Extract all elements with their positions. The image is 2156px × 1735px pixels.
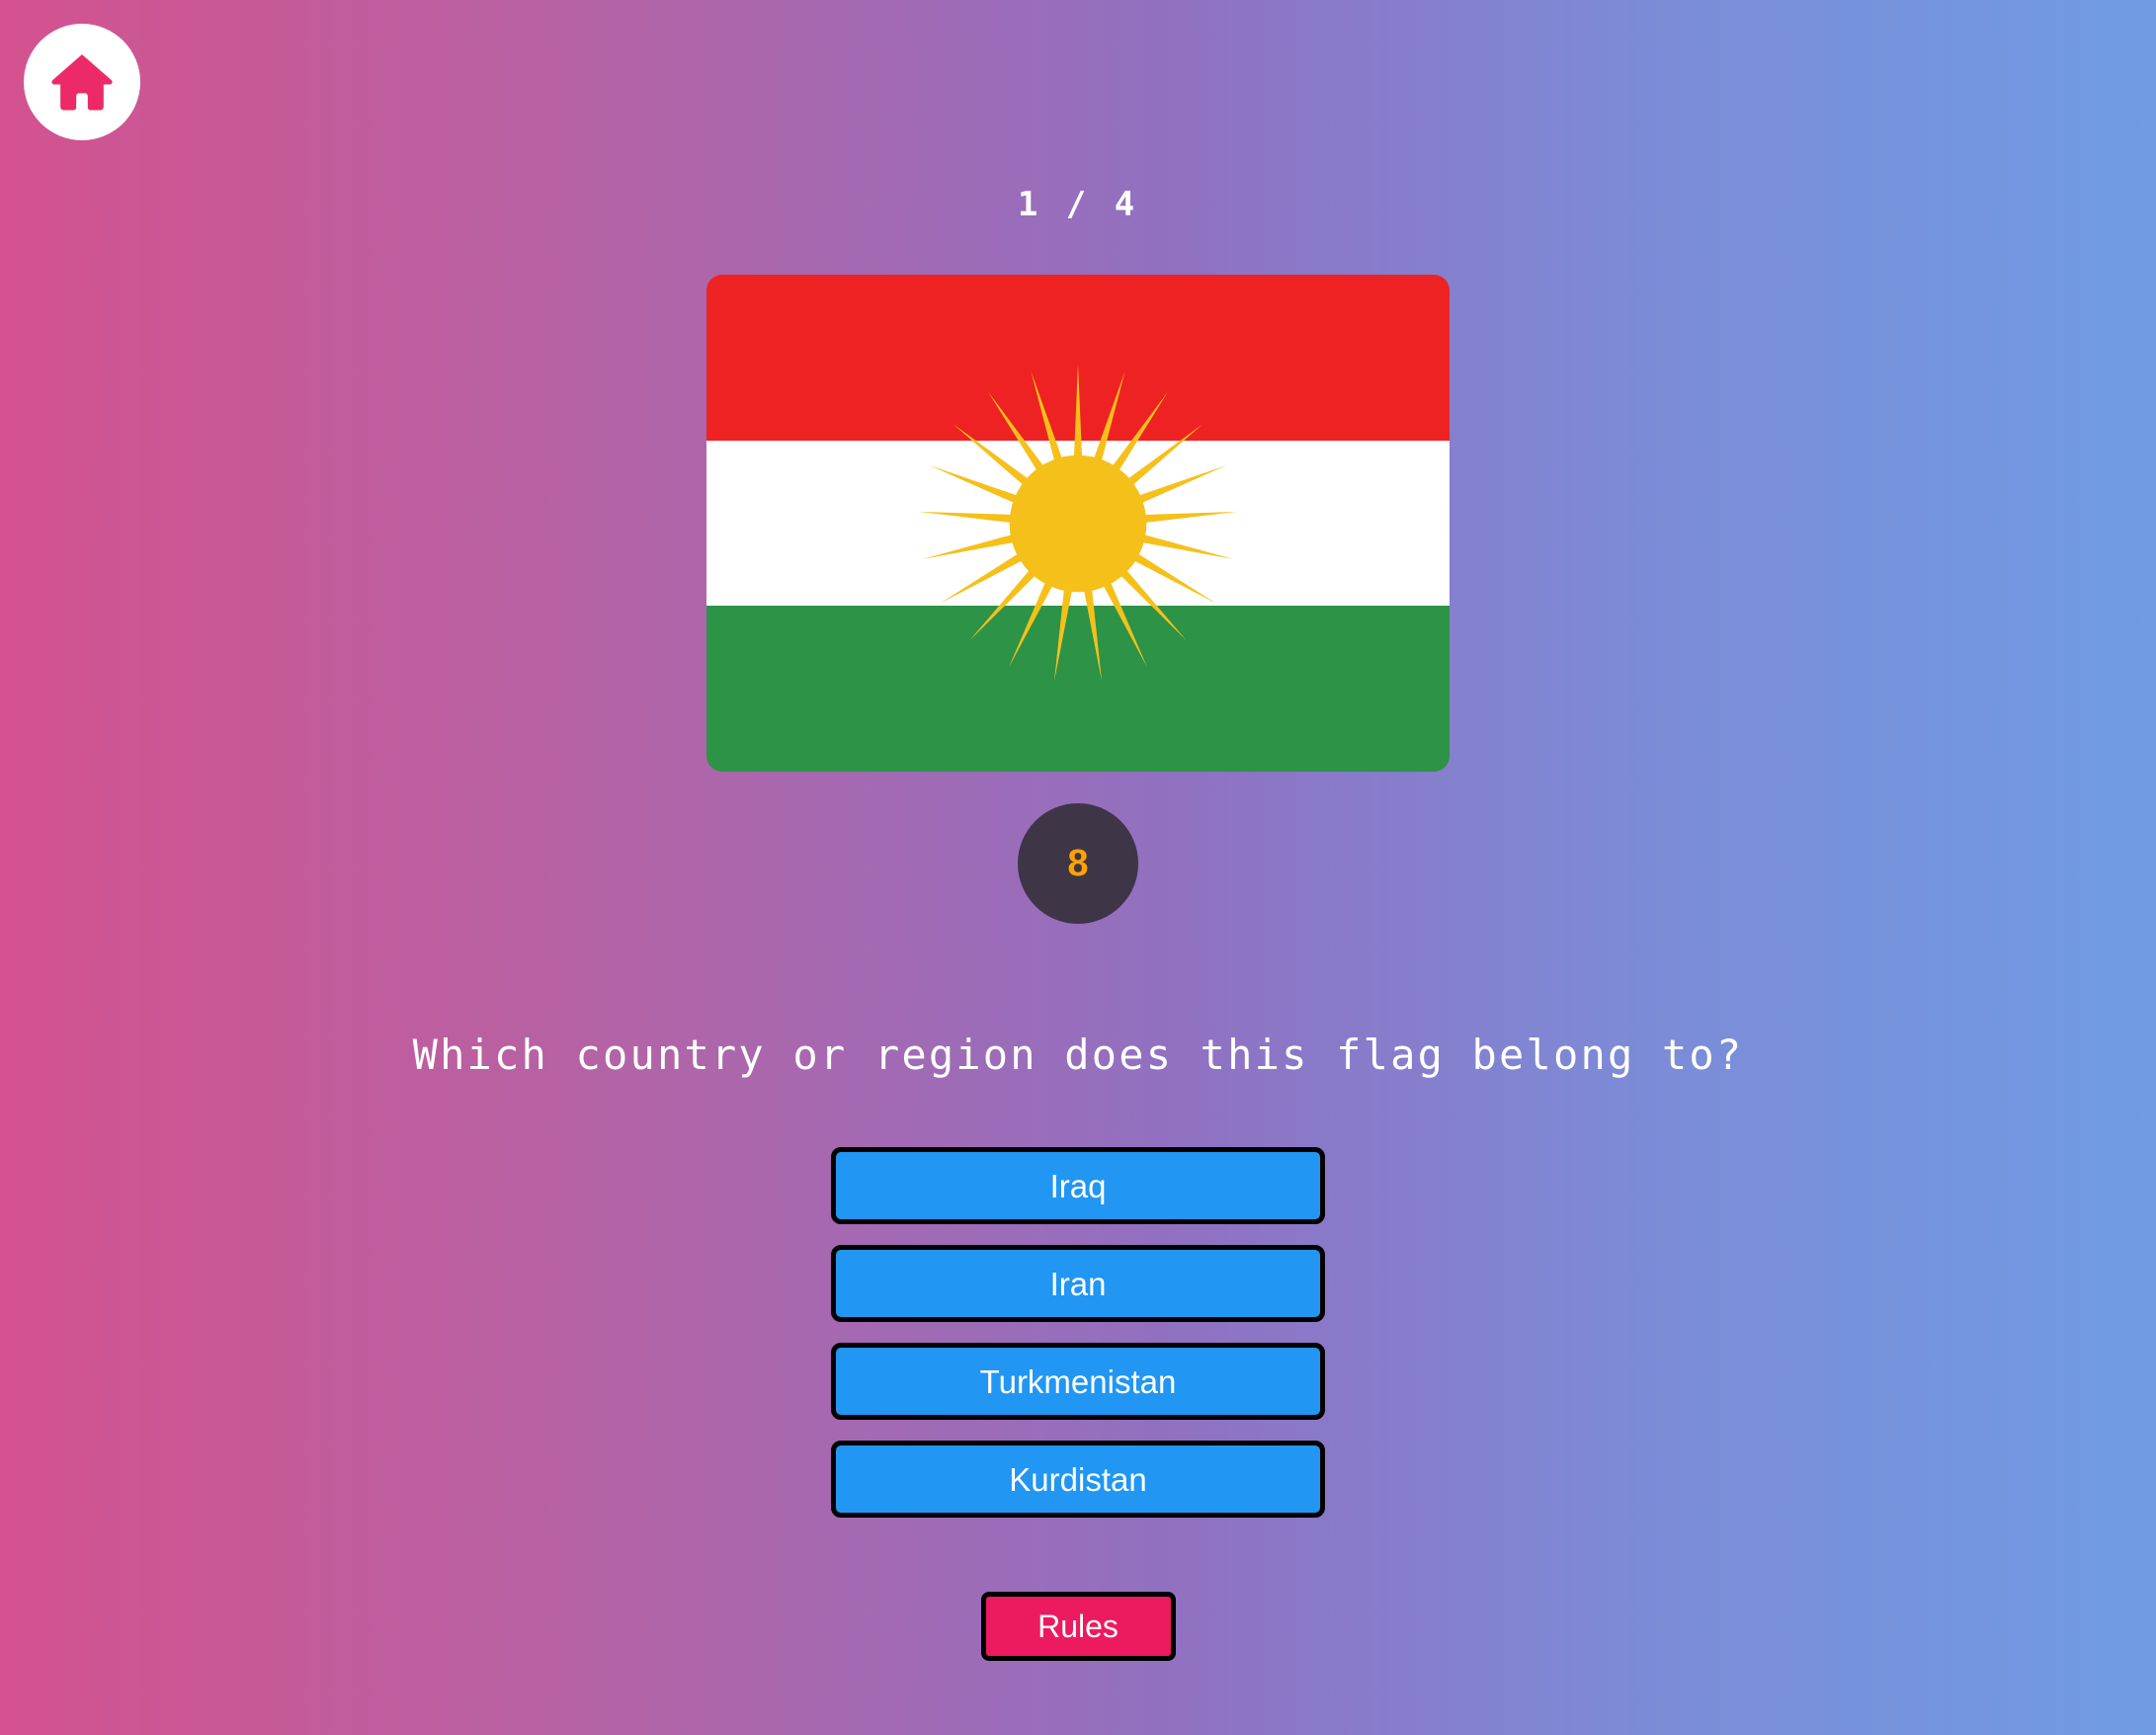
rules-button-label: Rules (1037, 1609, 1119, 1645)
question-text: Which country or region does this flag b… (412, 1031, 1744, 1079)
answer-options-list: Iraq Iran Turkmenistan Kurdistan (831, 1147, 1325, 1519)
timer-badge: 8 (1018, 803, 1138, 924)
timer-value: 8 (1067, 843, 1089, 884)
progress-counter: 1 / 4 (1017, 185, 1139, 224)
answer-option-2[interactable]: Iran (831, 1245, 1325, 1323)
quiz-stage: 1 / 4 8 Which country or region does thi… (0, 0, 2156, 1662)
answer-option-label: Iraq (1049, 1167, 1107, 1204)
answer-option-label: Iran (1049, 1265, 1107, 1302)
answer-option-label: Kurdistan (1009, 1460, 1147, 1498)
answer-option-4[interactable]: Kurdistan (831, 1441, 1325, 1519)
flag-image (706, 275, 1450, 772)
sun-icon (918, 363, 1238, 682)
answer-option-3[interactable]: Turkmenistan (831, 1343, 1325, 1421)
answer-option-1[interactable]: Iraq (831, 1147, 1325, 1225)
rules-button[interactable]: Rules (980, 1592, 1176, 1662)
answer-option-label: Turkmenistan (979, 1363, 1177, 1400)
